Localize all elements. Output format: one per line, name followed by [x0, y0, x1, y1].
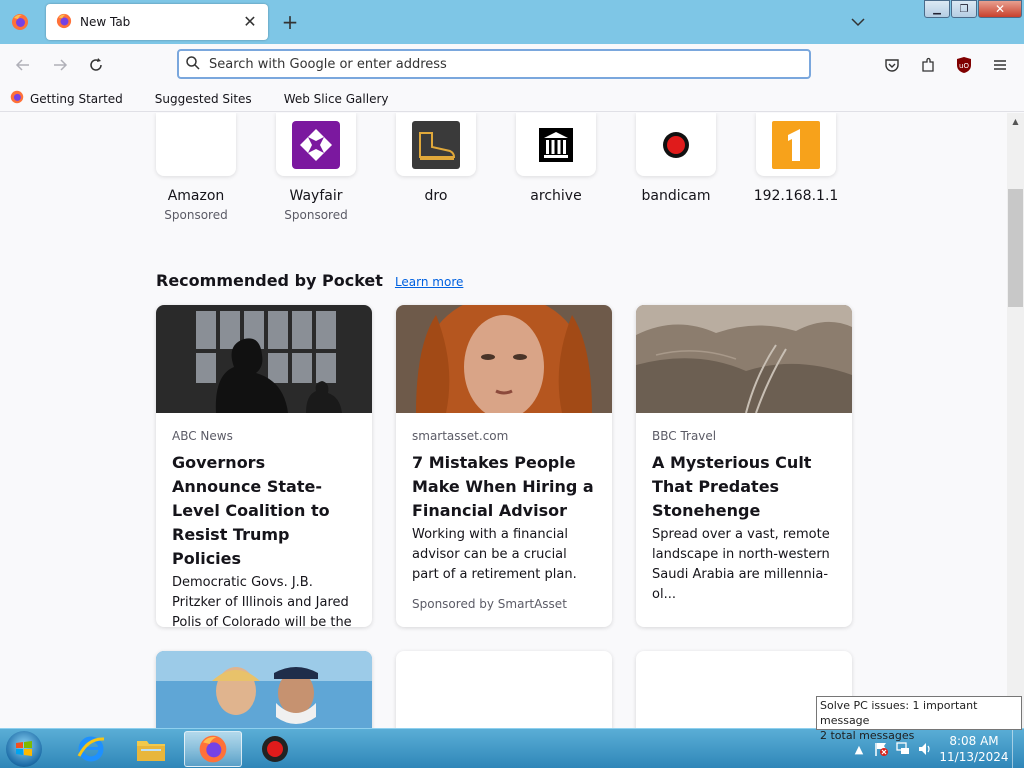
navigation-toolbar: uO [0, 44, 1024, 86]
pocket-card[interactable] [156, 651, 372, 728]
new-tab-page: Amazon Sponsored Wayfair Sponsored dro a… [0, 113, 1007, 728]
scroll-up-icon[interactable]: ▲ [1007, 113, 1024, 129]
top-site-sponsored: Sponsored [164, 208, 228, 222]
article-title: A Mysterious Cult That Predates Stonehen… [652, 453, 812, 520]
bandicam-taskbar-icon [262, 736, 288, 762]
amazon-icon [156, 113, 236, 176]
bandicam-icon [636, 113, 716, 176]
vertical-scrollbar[interactable]: ▲ [1007, 113, 1024, 728]
tooltip-line: 2 total messages [820, 729, 915, 742]
taskbar-internet-explorer[interactable] [62, 731, 120, 767]
archive-icon [516, 113, 596, 176]
pocket-section-header: Recommended by Pocket Learn more [156, 271, 463, 290]
article-excerpt: Spread over a vast, remote landscape in … [652, 527, 830, 602]
article-excerpt: Democratic Govs. J.B. Pritzker of Illino… [172, 575, 352, 627]
internet-explorer-icon [77, 736, 105, 762]
reload-icon[interactable] [85, 54, 107, 76]
top-site-name: 192.168.1.1 [753, 188, 839, 204]
chevron-down-icon[interactable] [848, 12, 868, 32]
svg-text:uO: uO [959, 62, 969, 70]
wayfair-icon [276, 113, 356, 176]
taskbar-firefox[interactable] [184, 731, 242, 767]
forward-arrow-icon[interactable] [49, 54, 71, 76]
address-input[interactable] [209, 56, 789, 72]
firefox-bookmark-icon [10, 90, 24, 107]
action-center-tooltip: Solve PC issues: 1 important message 2 t… [816, 696, 1022, 742]
top-site-name: Wayfair [289, 188, 343, 204]
sponsor-label: Sponsored by SmartAsset [412, 597, 567, 611]
folder-icon [137, 741, 165, 761]
article-image [636, 305, 852, 414]
extensions-icon[interactable] [917, 54, 939, 76]
window-controls: ▁ ❐ ✕ [923, 0, 1022, 18]
close-tab-icon[interactable]: ✕ [242, 14, 258, 30]
minimize-icon[interactable]: ▁ [924, 0, 950, 18]
new-tab-icon[interactable]: + [280, 10, 300, 34]
article-source: ABC News [172, 429, 233, 443]
pocket-icon[interactable] [881, 54, 903, 76]
top-site-router[interactable]: 192.168.1.1 [748, 113, 844, 204]
clock-date: 11/13/2024 [939, 750, 1009, 764]
firefox-tab-icon [56, 13, 72, 32]
pocket-card[interactable] [396, 651, 612, 728]
top-site-archive[interactable]: archive [508, 113, 604, 204]
boot-icon [396, 113, 476, 176]
back-arrow-icon[interactable] [12, 54, 34, 76]
tooltip-line: Solve PC issues: 1 important message [820, 699, 978, 727]
top-site-name: dro [424, 188, 448, 204]
article-title: 7 Mistakes People Make When Hiring a Fin… [412, 453, 594, 520]
ublock-origin-icon[interactable]: uO [953, 54, 975, 76]
top-site-sponsored: Sponsored [284, 208, 348, 222]
article-image [396, 305, 612, 435]
bookmark-getting-started[interactable]: Getting Started [10, 90, 123, 107]
top-site-bandicam[interactable]: bandicam [628, 113, 724, 204]
tab-new-tab[interactable]: New Tab ✕ [46, 4, 268, 40]
bookmarks-toolbar: Getting Started Suggested Sites Web Slic… [0, 86, 1024, 112]
restore-icon[interactable]: ❐ [951, 0, 977, 18]
router-icon [756, 113, 836, 176]
pocket-card[interactable]: BBC Travel A Mysterious Cult That Predat… [636, 305, 852, 627]
windows-logo-icon [16, 741, 32, 756]
top-site-name: archive [530, 188, 582, 204]
taskbar-bandicam[interactable] [246, 731, 304, 767]
pocket-card[interactable]: smartasset.com 7 Mistakes People Make Wh… [396, 305, 612, 627]
article-image [156, 651, 372, 728]
top-site-wayfair[interactable]: Wayfair Sponsored [268, 113, 364, 222]
scrollbar-thumb[interactable] [1008, 189, 1023, 307]
article-excerpt: Working with a financial advisor can be … [412, 527, 577, 582]
top-site-amazon[interactable]: Amazon Sponsored [148, 113, 244, 222]
top-site-name: Amazon [167, 188, 225, 204]
article-source: BBC Travel [652, 429, 717, 443]
top-site-dro[interactable]: dro [388, 113, 484, 204]
taskbar-file-explorer[interactable] [122, 731, 180, 767]
close-window-icon[interactable]: ✕ [978, 0, 1022, 18]
firefox-icon [199, 735, 227, 763]
bookmark-label: Web Slice Gallery [283, 91, 389, 106]
url-bar[interactable] [177, 49, 811, 79]
bookmark-web-slice-gallery[interactable]: Web Slice Gallery [284, 92, 389, 106]
article-source: smartasset.com [412, 429, 509, 443]
section-title: Recommended by Pocket [156, 271, 383, 290]
article-title: Governors Announce State-Level Coalition… [172, 453, 330, 568]
article-image [156, 305, 372, 413]
hamburger-menu-icon[interactable] [989, 54, 1011, 76]
tab-strip: New Tab ✕ + ▁ ❐ ✕ [0, 0, 1024, 44]
tab-title: New Tab [80, 15, 131, 29]
firefox-menu-icon[interactable] [6, 8, 34, 36]
learn-more-link[interactable]: Learn more [395, 275, 463, 289]
top-site-name: bandicam [641, 188, 711, 204]
bookmark-suggested-sites[interactable]: Suggested Sites [155, 92, 252, 106]
bookmark-label: Suggested Sites [154, 91, 252, 106]
start-button[interactable] [6, 731, 42, 767]
pocket-card[interactable]: ABC News Governors Announce State-Level … [156, 305, 372, 627]
bookmark-label: Getting Started [30, 91, 123, 106]
search-icon [185, 55, 201, 74]
